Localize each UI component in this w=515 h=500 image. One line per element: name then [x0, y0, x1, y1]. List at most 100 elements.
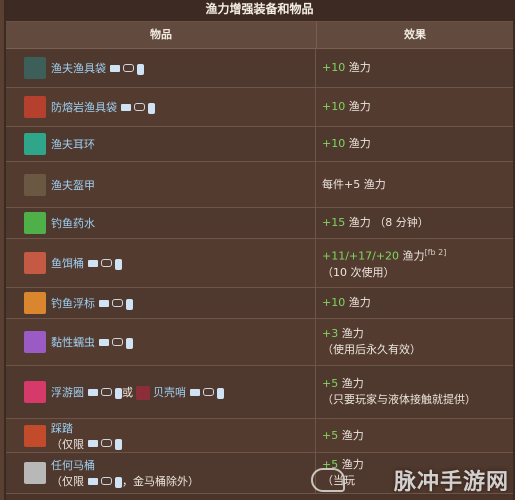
- item-link[interactable]: 渔夫耳环: [51, 138, 95, 151]
- table-row: 渔夫盔甲 每件+5 渔力: [6, 162, 513, 208]
- effect-line: 每件+5 渔力: [322, 177, 386, 191]
- item-text: 鱼饵桶: [51, 255, 122, 271]
- effect-line: +10 渔力: [322, 137, 371, 150]
- effect-line: +10 渔力: [322, 100, 371, 113]
- pc-icon: [88, 259, 98, 267]
- item-cell: 渔夫耳环: [6, 127, 316, 161]
- platform-icons: [88, 476, 122, 488]
- table-row: 渔夫耳环 +10 渔力: [6, 127, 513, 162]
- item-text: 防熔岩渔具袋: [51, 99, 155, 115]
- item-link[interactable]: 浮游圈: [51, 386, 84, 399]
- pc-icon: [121, 103, 131, 111]
- table-row: 渔夫渔具袋 +10 渔力: [6, 49, 513, 88]
- pc-icon: [88, 440, 98, 447]
- effect-line: +5 渔力: [322, 428, 364, 442]
- table-row: 钓鱼药水 +15 渔力 （8 分钟）: [6, 208, 513, 239]
- console-icon: [101, 439, 112, 447]
- platform-icons: [88, 258, 122, 270]
- mobile-icon: [217, 387, 224, 399]
- shell-whistle-icon: [136, 386, 150, 400]
- mobile-icon: [126, 337, 133, 349]
- item-cell: 踩踏 （仅限: [6, 419, 316, 452]
- item-link[interactable]: 任何马桶: [51, 459, 95, 472]
- tackle-bag-icon: [24, 57, 46, 79]
- item-text: 渔夫渔具袋: [51, 60, 144, 76]
- mobile-icon: [126, 298, 133, 310]
- item-cell: 钓鱼药水: [6, 208, 316, 238]
- item-link[interactable]: 渔夫渔具袋: [51, 62, 106, 75]
- item-link[interactable]: 贝壳哨: [153, 386, 186, 399]
- potion-icon: [24, 212, 46, 234]
- table-row: 鱼饵桶 +11/+17/+20 渔力[fb 2] （10 次使用）: [6, 239, 513, 288]
- item-link[interactable]: 渔夫盔甲: [51, 179, 95, 192]
- platform-icons: [190, 387, 224, 399]
- header-effect: 效果: [404, 28, 426, 41]
- console-icon: [134, 102, 145, 111]
- effect-cell: +10 渔力: [316, 49, 513, 87]
- effect-line: +3 渔力: [322, 327, 364, 340]
- platform-icons: [99, 298, 133, 310]
- item-link[interactable]: 踩踏: [51, 422, 73, 435]
- trap-icon: [24, 424, 46, 447]
- item-link[interactable]: 鱼饵桶: [51, 257, 84, 270]
- item-note: ，金马桶除外）: [122, 475, 199, 488]
- table-row: 黏性蠕虫 +3 渔力 （使用后永久有效）: [6, 319, 513, 366]
- console-icon: [112, 298, 123, 307]
- item-text: 钓鱼药水: [51, 215, 95, 231]
- pc-icon: [110, 64, 120, 72]
- pc-icon: [99, 299, 109, 307]
- item-text: 黏性蠕虫: [51, 334, 133, 350]
- console-icon: [101, 258, 112, 267]
- effect-line: +5 渔力: [322, 377, 364, 390]
- item-text: 任何马桶 （仅限 ，金马桶除外）: [51, 457, 199, 489]
- effect-line: +10 渔力: [322, 296, 371, 309]
- effect-cell: +5 渔力 （只要玩家与液体接触就提供）: [316, 366, 513, 418]
- effect-cell: 每件+5 渔力: [316, 162, 513, 207]
- effect-line: +15 渔力 （8 分钟）: [322, 216, 429, 229]
- pc-icon: [88, 388, 98, 396]
- effect-cell: +5 渔力: [316, 419, 513, 452]
- item-cell: 钓鱼浮标: [6, 288, 316, 318]
- armor-icon: [24, 173, 46, 196]
- item-cell: 浮游圈 或 贝壳哨: [6, 366, 316, 418]
- item-text: 浮游圈 或 贝壳哨: [51, 384, 224, 400]
- item-cell: 任何马桶 （仅限 ，金马桶除外）: [6, 453, 316, 493]
- pc-icon: [88, 477, 98, 485]
- table-body: 渔夫渔具袋 +10 渔力 防熔岩渔具袋 +10 渔力 渔夫耳环 +10 渔力 渔夫盔甲 每件+…: [6, 49, 513, 494]
- item-text: 踩踏 （仅限: [51, 420, 122, 452]
- header-item: 物品: [6, 22, 317, 48]
- mobile-icon: [115, 387, 122, 399]
- effect-line: +11/+17/+20 渔力[fb 2]: [322, 248, 447, 263]
- or-text: 或: [122, 386, 133, 399]
- pc-icon: [99, 338, 109, 346]
- watermark: 脉冲手游网: [393, 470, 509, 495]
- table-title: 渔力增强装备和物品: [6, 0, 513, 22]
- lavaproof-tackle-bag-icon: [24, 96, 46, 118]
- pc-icon: [190, 388, 200, 396]
- effect-cell: +10 渔力: [316, 288, 513, 318]
- earring-icon: [24, 133, 46, 155]
- item-cell: 渔夫渔具袋: [6, 49, 316, 87]
- effect-line: +10 渔力: [322, 61, 371, 74]
- table-row: 钓鱼浮标 +10 渔力: [6, 288, 513, 319]
- console-icon: [101, 387, 112, 396]
- item-link[interactable]: 防熔岩渔具袋: [51, 101, 117, 114]
- item-link[interactable]: 钓鱼浮标: [51, 297, 95, 310]
- item-link[interactable]: 钓鱼药水: [51, 217, 95, 230]
- float-ring-icon: [24, 381, 46, 403]
- console-icon: [101, 476, 112, 485]
- item-text: 渔夫盔甲: [51, 177, 95, 193]
- effect-cell: +10 渔力: [316, 127, 513, 161]
- item-link[interactable]: 黏性蠕虫: [51, 336, 95, 349]
- effect-cell: +10 渔力: [316, 88, 513, 126]
- mobile-icon: [137, 63, 144, 75]
- bobber-icon: [24, 292, 46, 314]
- effect-cell: +11/+17/+20 渔力[fb 2] （10 次使用）: [316, 239, 513, 287]
- table-header: 物品 效果: [6, 22, 513, 49]
- table-frame: 渔力增强装备和物品 物品 效果 渔夫渔具袋 +10 渔力 防熔岩渔具袋 +10 渔力渔…: [4, 0, 515, 500]
- item-note: （仅限: [51, 475, 84, 488]
- effect-line: （只要玩家与液体接触就提供）: [322, 393, 476, 406]
- watermark-logo-icon: [311, 468, 345, 492]
- footnote-ref[interactable]: [fb 2]: [425, 248, 447, 257]
- table-row: 防熔岩渔具袋 +10 渔力: [6, 88, 513, 127]
